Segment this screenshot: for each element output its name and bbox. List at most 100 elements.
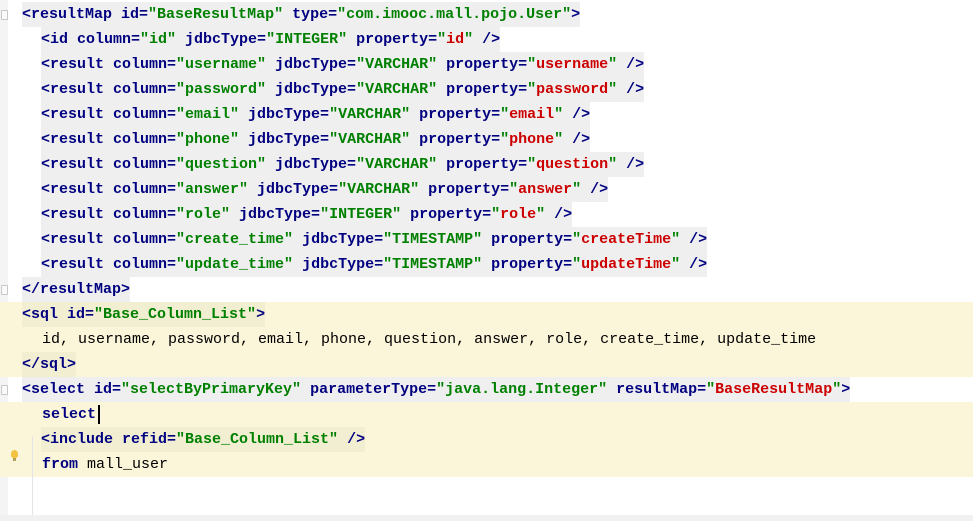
code-line-text: </sql> [22, 352, 77, 377]
code-token: /> [563, 131, 591, 148]
code-token: " [572, 231, 582, 248]
code-token: "TIMESTAMP" [383, 231, 483, 248]
code-token: "Base_Column_List" [176, 431, 339, 448]
code-line[interactable]: select [0, 402, 973, 427]
code-token: jdbcType= [293, 256, 384, 273]
code-token: > [841, 381, 851, 398]
code-line[interactable]: from mall_user [0, 452, 973, 477]
code-line-text: <include refid="Base_Column_List" /> [41, 427, 366, 452]
code-token: property= [347, 31, 438, 48]
code-token: " [671, 256, 681, 273]
code-token: property= [437, 81, 528, 98]
code-token: id [446, 31, 465, 48]
code-token: <id [41, 31, 78, 48]
code-line[interactable]: <result column="answer" jdbcType="VARCHA… [0, 177, 973, 202]
code-line-text: </resultMap> [22, 277, 131, 302]
code-token: <include [41, 431, 123, 448]
code-line[interactable]: <result column="username" jdbcType="VARC… [0, 52, 973, 77]
code-token: " [554, 106, 564, 123]
code-token: <result [41, 206, 114, 223]
code-line[interactable]: </resultMap> [0, 277, 973, 302]
code-line[interactable]: <result column="phone" jdbcType="VARCHAR… [0, 127, 973, 152]
code-token: jdbcType= [266, 81, 357, 98]
code-token: " [527, 81, 537, 98]
code-line[interactable]: <result column="create_time" jdbcType="T… [0, 227, 973, 252]
code-token: > [571, 6, 581, 23]
code-line-text: select [42, 402, 101, 427]
code-token: id= [121, 6, 149, 23]
code-line-text: from mall_user [42, 452, 168, 477]
code-token: BaseResultMap [715, 381, 833, 398]
code-token: " [572, 181, 582, 198]
lightbulb-icon[interactable] [11, 450, 18, 461]
code-token: /> [680, 231, 708, 248]
code-line[interactable]: id, username, password, email, phone, qu… [0, 327, 973, 352]
code-token: column= [113, 181, 177, 198]
code-token: property= [419, 181, 510, 198]
code-token: <result [41, 256, 114, 273]
code-token: " [608, 81, 618, 98]
code-line[interactable]: <result column="email" jdbcType="VARCHAR… [0, 102, 973, 127]
code-token: column= [113, 256, 177, 273]
code-token: property= [410, 131, 501, 148]
code-token: password [536, 81, 609, 98]
code-token: " [437, 31, 447, 48]
code-token: " [671, 231, 681, 248]
code-token: refid= [122, 431, 177, 448]
code-token: question [536, 156, 609, 173]
code-token: " [464, 31, 474, 48]
code-token: " [527, 56, 537, 73]
code-line[interactable]: <select id="selectByPrimaryKey" paramete… [0, 377, 973, 402]
code-token: jdbcType= [293, 231, 384, 248]
code-token: role [500, 206, 537, 223]
code-token: "INTEGER" [320, 206, 402, 223]
code-token: select [42, 406, 97, 423]
code-token: <sql [22, 306, 68, 323]
code-token: " [832, 381, 842, 398]
code-line[interactable]: <include refid="Base_Column_List" /> [0, 427, 973, 452]
code-token: " [554, 131, 564, 148]
code-token: property= [482, 256, 573, 273]
code-token: type= [283, 6, 338, 23]
code-token: " [500, 131, 510, 148]
code-token: "selectByPrimaryKey" [121, 381, 302, 398]
code-token: property= [437, 156, 528, 173]
code-token: "answer" [176, 181, 249, 198]
code-token: <result [41, 106, 114, 123]
code-token: /> [617, 56, 645, 73]
code-line[interactable]: <result column="update_time" jdbcType="T… [0, 252, 973, 277]
code-token: " [500, 106, 510, 123]
code-token: jdbcType= [176, 31, 267, 48]
code-token: <result [41, 181, 114, 198]
code-token: /> [545, 206, 573, 223]
code-token: jdbcType= [230, 206, 321, 223]
code-token: resultMap= [607, 381, 707, 398]
code-token: " [608, 56, 618, 73]
code-line[interactable]: <resultMap id="BaseResultMap" type="com.… [0, 2, 973, 27]
code-line[interactable]: <result column="question" jdbcType="VARC… [0, 152, 973, 177]
code-token: "username" [176, 56, 267, 73]
code-token: /> [563, 106, 591, 123]
code-token: "TIMESTAMP" [383, 256, 483, 273]
code-line-text: <select id="selectByPrimaryKey" paramete… [22, 377, 851, 402]
code-token: createTime [581, 231, 672, 248]
code-line-text: <sql id="Base_Column_List"> [22, 302, 266, 327]
code-token: /> [473, 31, 501, 48]
code-token: /> [617, 156, 645, 173]
code-token: <result [41, 56, 114, 73]
code-token: " [491, 206, 501, 223]
code-token: "VARCHAR" [356, 81, 438, 98]
code-line[interactable]: <id column="id" jdbcType="INTEGER" prope… [0, 27, 973, 52]
code-line-text: <result column="email" jdbcType="VARCHAR… [41, 102, 591, 127]
code-token: column= [77, 31, 141, 48]
code-token: column= [113, 56, 177, 73]
code-token: > [256, 306, 266, 323]
code-editor[interactable]: <resultMap id="BaseResultMap" type="com.… [0, 0, 973, 521]
code-line[interactable]: <sql id="Base_Column_List"> [0, 302, 973, 327]
code-line[interactable]: <result column="role" jdbcType="INTEGER"… [0, 202, 973, 227]
code-line[interactable]: </sql> [0, 352, 973, 377]
code-token: username [536, 56, 609, 73]
code-token: " [527, 156, 537, 173]
code-line[interactable]: <result column="password" jdbcType="VARC… [0, 77, 973, 102]
horizontal-scrollbar[interactable] [0, 515, 973, 521]
